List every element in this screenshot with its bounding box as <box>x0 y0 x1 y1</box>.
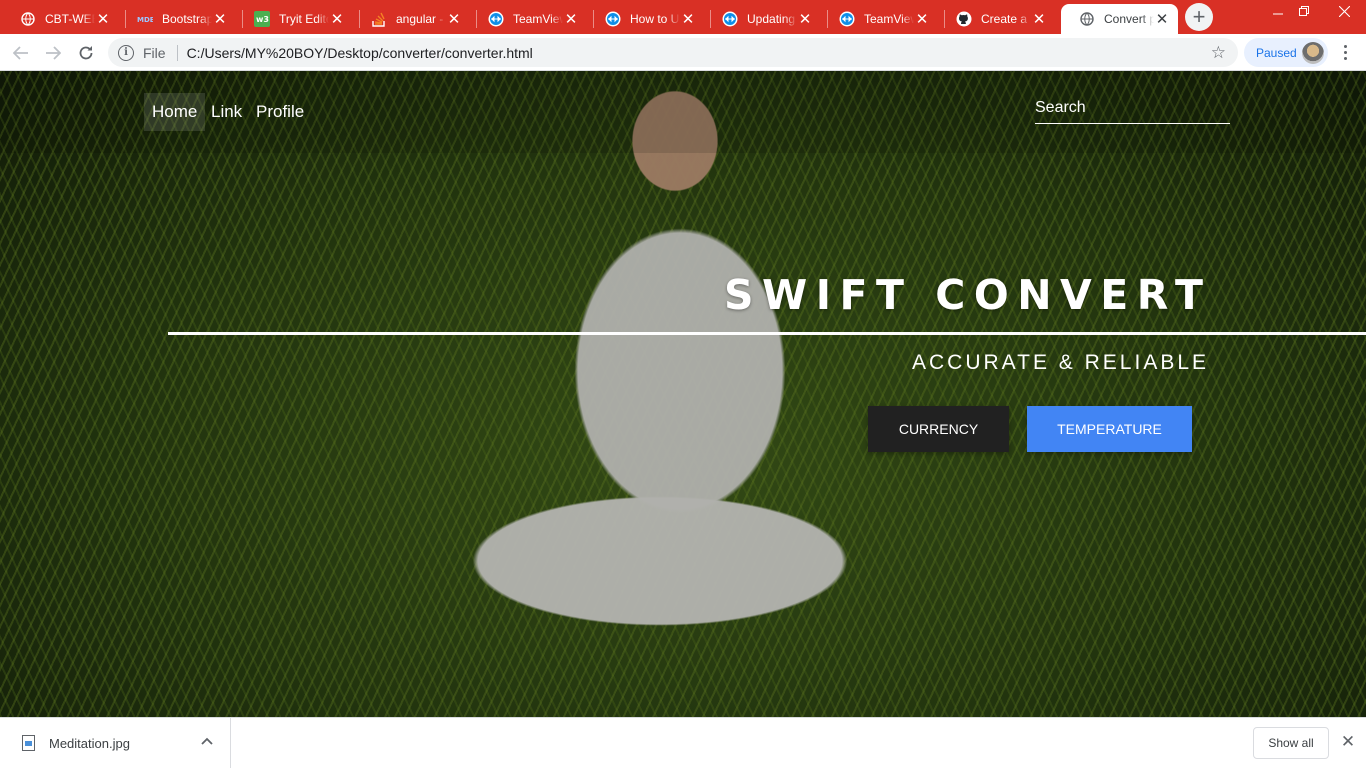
avatar <box>1302 42 1324 64</box>
tab-title: How to U <box>630 12 680 26</box>
temperature-button[interactable]: TEMPERATURE <box>1027 406 1192 452</box>
currency-button[interactable]: CURRENCY <box>868 406 1009 452</box>
tab-title: Convert p <box>1104 12 1154 26</box>
tab-title: Bootstrap <box>162 12 212 26</box>
github-icon <box>956 11 972 27</box>
arrow-right-icon <box>46 46 61 60</box>
url-scheme-label: File <box>143 44 166 61</box>
restore-button[interactable] <box>1287 0 1321 22</box>
search-input[interactable] <box>1035 93 1230 124</box>
nav-link-profile[interactable]: Profile <box>248 93 312 131</box>
kebab-dot <box>1343 56 1347 60</box>
globe-icon <box>20 11 36 27</box>
reload-button[interactable] <box>73 40 99 66</box>
address-bar[interactable]: i File C:/Users/MY%20BOY/Desktop/convert… <box>108 38 1238 67</box>
teamviewer-icon <box>488 11 504 27</box>
tab-strip: CBT-WEB ✕ MDB Bootstrap ✕ w3 Tryit Edito… <box>0 0 1366 34</box>
close-icon[interactable]: ✕ <box>329 11 345 28</box>
info-icon[interactable]: i <box>118 44 134 61</box>
arrow-left-icon <box>13 46 28 60</box>
teamviewer-icon <box>722 11 738 27</box>
close-icon[interactable]: ✕ <box>95 11 111 28</box>
tab-cbt-web[interactable]: CBT-WEB ✕ <box>2 4 119 34</box>
show-all-button[interactable]: Show all <box>1253 727 1329 759</box>
teamviewer-icon <box>605 11 621 27</box>
close-icon[interactable]: ✕ <box>1339 732 1357 751</box>
hero-title: SWIFT CONVERT <box>724 271 1212 319</box>
nav-link-home[interactable]: Home <box>144 93 206 131</box>
close-icon[interactable]: ✕ <box>212 11 228 28</box>
download-file-name: Meditation.jpg <box>49 735 130 751</box>
profile-status: Paused <box>1256 45 1297 60</box>
nav-link-link[interactable]: Link <box>203 93 250 131</box>
close-icon[interactable]: ✕ <box>563 11 579 28</box>
chevron-up-icon[interactable] <box>200 734 214 748</box>
star-icon[interactable]: ☆ <box>1211 43 1226 63</box>
close-window-button[interactable] <box>1322 0 1366 22</box>
hero-background-image <box>0 71 1366 717</box>
svg-text:MDB: MDB <box>137 16 153 24</box>
tab-how-to[interactable]: How to U ✕ <box>587 4 704 34</box>
mdb-icon: MDB <box>137 11 153 27</box>
forward-button[interactable] <box>40 40 66 66</box>
hero-divider <box>168 332 1366 335</box>
tab-teamviewer-2[interactable]: TeamViewer ✕ <box>821 4 938 34</box>
close-icon[interactable]: ✕ <box>797 11 813 28</box>
tab-create-a[interactable]: Create a ✕ <box>938 4 1055 34</box>
tab-angular[interactable]: angular - ✕ <box>353 4 470 34</box>
image-file-icon <box>22 735 35 751</box>
tab-title: Updating <box>747 12 796 26</box>
back-button[interactable] <box>8 40 34 66</box>
download-shelf: Meditation.jpg Show all ✕ <box>0 717 1366 768</box>
close-icon[interactable]: ✕ <box>1031 11 1047 28</box>
tab-updating[interactable]: Updating ✕ <box>704 4 821 34</box>
reload-icon <box>79 46 93 60</box>
profile-button[interactable]: Paused <box>1244 38 1328 67</box>
globe-icon <box>1079 11 1095 27</box>
plus-icon: + <box>1192 4 1206 29</box>
omnibox-divider <box>176 44 178 61</box>
close-icon[interactable]: ✕ <box>914 11 930 28</box>
close-icon <box>1338 5 1350 17</box>
restore-icon <box>1299 6 1309 16</box>
url-text[interactable]: C:/Users/MY%20BOY/Desktop/converter/conv… <box>187 45 533 61</box>
tab-tryit-editor[interactable]: w3 Tryit Editor ✕ <box>236 4 353 34</box>
new-tab-button[interactable]: + <box>1185 3 1213 31</box>
tab-bootstrap[interactable]: MDB Bootstrap ✕ <box>119 4 236 34</box>
w3schools-icon: w3 <box>254 11 270 27</box>
close-icon[interactable]: ✕ <box>1154 11 1170 28</box>
teamviewer-icon <box>839 11 855 27</box>
tab-title: TeamViewer <box>864 12 914 26</box>
stackoverflow-icon <box>371 11 387 27</box>
hero-subtitle: ACCURATE & RELIABLE <box>912 351 1210 374</box>
tab-title: Create a <box>981 12 1028 26</box>
close-icon[interactable]: ✕ <box>446 11 462 28</box>
close-icon[interactable]: ✕ <box>680 11 696 28</box>
browser-toolbar: i File C:/Users/MY%20BOY/Desktop/convert… <box>0 34 1366 71</box>
tab-title: angular - <box>396 12 444 26</box>
tab-convert-active[interactable]: Convert p ✕ <box>1061 4 1178 34</box>
tab-title: Tryit Editor <box>279 12 329 26</box>
kebab-dot <box>1343 50 1347 54</box>
svg-text:w3: w3 <box>256 15 269 24</box>
kebab-dot <box>1343 44 1347 48</box>
tab-title: TeamViewer <box>513 12 563 26</box>
menu-button[interactable] <box>1336 42 1354 62</box>
tab-teamviewer[interactable]: TeamViewer ✕ <box>470 4 587 34</box>
tab-title: CBT-WEB <box>45 12 95 26</box>
download-item[interactable]: Meditation.jpg <box>0 718 231 768</box>
page-viewport: Home Link Profile SWIFT CONVERT ACCURATE… <box>0 71 1366 717</box>
minimize-icon <box>1273 13 1283 15</box>
